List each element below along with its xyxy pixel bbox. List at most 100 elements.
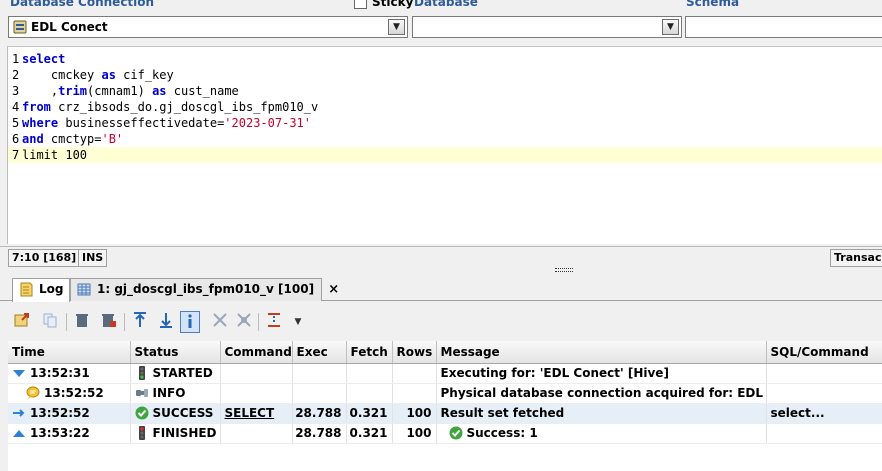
column-header-rows[interactable]: Rows bbox=[392, 341, 437, 364]
log-cell-time: 13:52:52 bbox=[8, 403, 131, 424]
code-token: from bbox=[22, 100, 51, 114]
log-message: Physical database connection acquired fo… bbox=[440, 386, 766, 400]
log-cell-rows bbox=[392, 383, 437, 404]
column-header-sql-command[interactable]: SQL/Command bbox=[766, 341, 882, 364]
schema-select[interactable] bbox=[685, 16, 882, 38]
log-sql: select... bbox=[770, 406, 825, 420]
sticky-label: Sticky bbox=[372, 0, 414, 9]
log-cell-message: Physical database connection acquired fo… bbox=[436, 383, 767, 404]
sticky-checkbox[interactable] bbox=[354, 0, 367, 9]
database-select[interactable]: ▼ bbox=[412, 16, 682, 38]
log-time: 13:53:22 bbox=[30, 426, 90, 440]
code-token: 'B' bbox=[101, 132, 124, 146]
delete-all-icon[interactable] bbox=[98, 311, 118, 333]
code-token: cmctyp= bbox=[43, 132, 102, 146]
transaction-indicator[interactable]: Transac bbox=[830, 249, 882, 267]
tab-result-set[interactable]: 1: gj_doscgl_ibs_fpm010_v [100] × bbox=[70, 278, 339, 301]
log-cell-sql: select... bbox=[766, 403, 882, 424]
log-cell-status: SUCCESS bbox=[130, 403, 221, 424]
arrow-right-icon bbox=[12, 406, 26, 420]
code-token: cmckey bbox=[22, 68, 102, 82]
separator-tool-icon[interactable] bbox=[264, 311, 284, 333]
log-command[interactable]: SELECT bbox=[225, 406, 275, 420]
log-status: STARTED bbox=[152, 366, 213, 380]
log-cell-command bbox=[220, 363, 293, 384]
code-token: '2023-07-31' bbox=[224, 116, 311, 130]
info-filter-icon[interactable] bbox=[180, 311, 200, 333]
plug-icon bbox=[135, 386, 149, 400]
export-icon[interactable] bbox=[12, 311, 32, 333]
column-header-message[interactable]: Message bbox=[436, 341, 767, 364]
log-row[interactable]: 13:53:22 FINISHED 28.788 0.321 100 Success: 1 bbox=[8, 423, 882, 444]
log-cell-command bbox=[220, 423, 293, 444]
code-line[interactable]: 2 cmckey as cif_key bbox=[8, 67, 882, 83]
log-status: INFO bbox=[152, 386, 186, 400]
log-row[interactable]: 13:52:52 INFO Physical database connection… bbox=[8, 383, 882, 404]
log-message: Success: 1 bbox=[466, 426, 538, 440]
code-token: cif_key bbox=[115, 68, 174, 82]
log-cell-fetch: 0.321 bbox=[346, 423, 393, 444]
log-message: Result set fetched bbox=[440, 406, 565, 420]
code-line[interactable]: 3 ,trim(cmnam1) as cust_name bbox=[8, 83, 882, 99]
chevron-down-icon[interactable]: ▼ bbox=[662, 19, 679, 35]
database-connection-icon bbox=[13, 20, 27, 34]
connection-select[interactable]: EDL Conect ▼ bbox=[8, 16, 408, 38]
code-line[interactable]: 7 limit 100 bbox=[8, 147, 882, 163]
column-header-fetch[interactable]: Fetch bbox=[346, 341, 393, 364]
code-line[interactable]: 4 from crz_ibsods_do.gj_doscgl_ibs_fpm010… bbox=[8, 99, 882, 115]
log-cell-status: STARTED bbox=[130, 363, 221, 384]
column-header-command[interactable]: Command bbox=[220, 341, 293, 364]
code-token: businesseffectivedate= bbox=[58, 116, 225, 130]
code-token: select bbox=[22, 52, 66, 66]
copy-icon[interactable] bbox=[40, 311, 60, 333]
column-header-time[interactable]: Time bbox=[8, 341, 131, 364]
collapse-all-icon[interactable] bbox=[234, 311, 254, 333]
collapse-up-icon bbox=[12, 426, 26, 440]
tab-log-label: Log bbox=[39, 282, 64, 296]
sql-editor[interactable]: 1 select 2 cmckey as cif_key 3 ,trim(cmnam1… bbox=[8, 46, 882, 244]
log-icon bbox=[20, 282, 33, 297]
connection-bar: Database Connection Sticky Database Sche… bbox=[0, 0, 882, 44]
chevron-down-icon[interactable]: ▼ bbox=[388, 19, 405, 35]
line-number: 1 bbox=[12, 52, 20, 66]
delete-icon[interactable] bbox=[72, 311, 92, 333]
check-circle-icon bbox=[135, 406, 149, 420]
log-cell-fetch bbox=[346, 363, 393, 384]
dropdown-arrow-icon[interactable]: ▼ bbox=[288, 311, 308, 333]
expand-down-icon bbox=[12, 366, 26, 380]
log-row[interactable]: 13:52:52 SUCCESS SELECT 28.788 0.321 100 Resul… bbox=[8, 403, 882, 424]
scroll-bottom-icon[interactable] bbox=[156, 311, 176, 333]
log-row[interactable]: 13:52:31 STARTED Executing for: 'EDL Conec… bbox=[8, 363, 882, 384]
code-line[interactable]: 6 and cmctyp='B' bbox=[8, 131, 882, 147]
code-token: and bbox=[22, 132, 44, 146]
log-cell-rows: 100 bbox=[392, 423, 437, 444]
log-cell-time: 13:53:22 bbox=[8, 423, 131, 444]
log-header-row: Time Status Command Exec Fetch Rows Message SQL… bbox=[8, 341, 882, 364]
code-token: (cmnam1) bbox=[87, 84, 153, 98]
log-cell-rows: 100 bbox=[392, 403, 437, 424]
column-header-status[interactable]: Status bbox=[130, 341, 221, 364]
log-cell-time: 13:52:31 bbox=[8, 363, 131, 384]
code-line[interactable]: 1 select bbox=[8, 51, 882, 67]
log-cell-time: 13:52:52 bbox=[8, 383, 131, 404]
code-token: trim bbox=[58, 84, 88, 98]
log-cell-fetch bbox=[346, 383, 393, 404]
log-fetch: 0.321 bbox=[349, 406, 388, 420]
log-status: SUCCESS bbox=[152, 406, 214, 420]
log-cell-exec: 28.788 bbox=[292, 403, 347, 424]
column-header-exec[interactable]: Exec bbox=[292, 341, 347, 364]
close-icon[interactable]: × bbox=[328, 282, 339, 297]
log-time: 13:52:52 bbox=[44, 386, 104, 400]
code-line[interactable]: 5 where businesseffectivedate='2023-07-31… bbox=[8, 115, 882, 131]
log-rows: 100 bbox=[406, 426, 432, 440]
log-cell-exec: 28.788 bbox=[292, 423, 347, 444]
log-cell-message: Executing for: 'EDL Conect' [Hive] bbox=[436, 363, 767, 384]
splitter-grip[interactable] bbox=[555, 268, 573, 272]
tab-log[interactable]: Log bbox=[12, 278, 70, 302]
log-cell-message: Result set fetched bbox=[436, 403, 767, 424]
traffic-light-red-icon bbox=[135, 426, 149, 440]
chat-bubble-icon bbox=[26, 386, 40, 400]
log-cell-exec bbox=[292, 363, 347, 384]
expand-all-icon[interactable] bbox=[210, 311, 230, 333]
scroll-top-icon[interactable] bbox=[130, 311, 150, 333]
